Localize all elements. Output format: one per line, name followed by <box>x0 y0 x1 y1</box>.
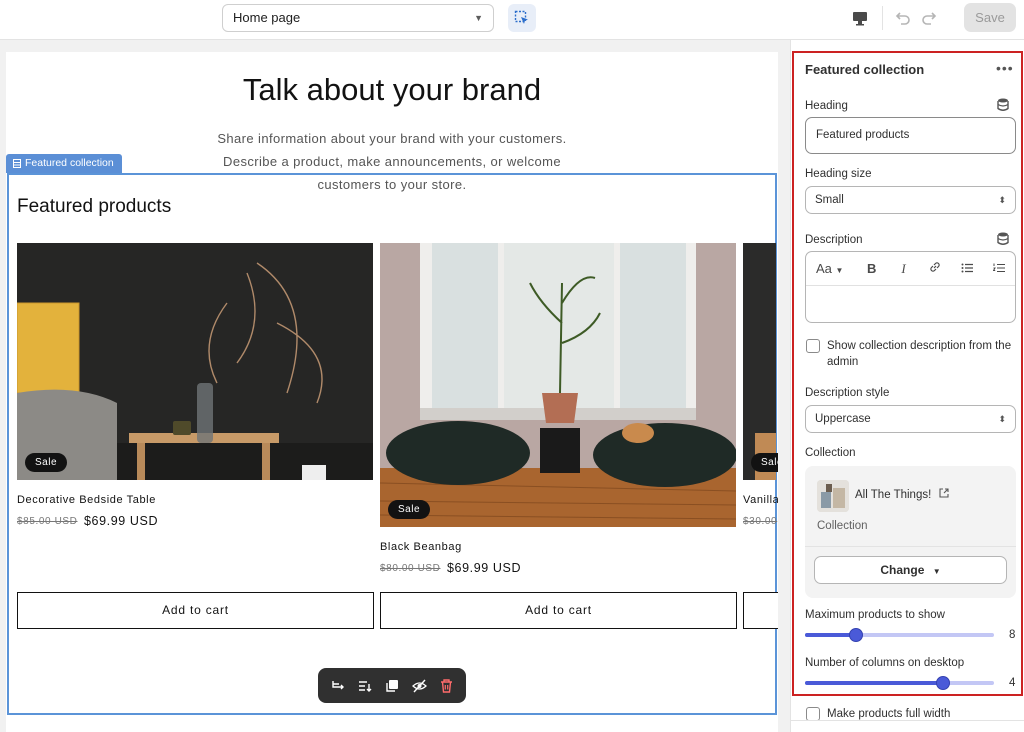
save-button[interactable]: Save <box>964 3 1016 32</box>
select-parent-icon[interactable] <box>327 675 349 697</box>
heading-size-label: Heading size <box>805 168 872 180</box>
inspector-toggle-button[interactable] <box>508 4 536 32</box>
heading-input[interactable]: Featured products <box>805 117 1016 154</box>
max-products-slider[interactable] <box>805 628 994 642</box>
monitor-icon <box>853 11 867 25</box>
description-style-select[interactable]: Uppercase ⬍ <box>805 405 1016 433</box>
full-width-checkbox[interactable] <box>806 707 820 721</box>
product-name[interactable]: Vanilla <box>743 494 778 506</box>
chevron-down-icon: ▼ <box>474 13 483 23</box>
toolbar-divider <box>882 6 883 30</box>
dynamic-source-icon[interactable] <box>997 98 1009 111</box>
show-description-label: Show collection description from the adm… <box>827 340 1012 368</box>
product-price: $69.99 USD <box>447 561 522 575</box>
show-description-checkbox[interactable] <box>806 339 820 353</box>
product-name[interactable]: Black Beanbag <box>380 541 462 553</box>
undo-icon <box>895 12 910 25</box>
numbered-list-icon[interactable] <box>983 261 1015 276</box>
add-to-cart-button[interactable] <box>743 592 778 629</box>
columns-value: 4 <box>1009 677 1016 689</box>
add-to-cart-button[interactable]: Add to cart <box>17 592 374 629</box>
font-format-label: Aa <box>816 261 832 276</box>
bullet-list-icon[interactable] <box>951 261 983 276</box>
section-floating-toolbar <box>318 668 466 703</box>
product-compare-price: $80.00 USD <box>380 563 441 574</box>
section-label-text: Featured collection <box>25 157 114 169</box>
sale-badge: Sale <box>25 453 68 472</box>
description-style-label: Description style <box>805 387 890 399</box>
collection-label: Collection <box>805 447 856 459</box>
divider <box>791 720 1024 721</box>
more-options-icon[interactable]: ••• <box>996 60 1014 76</box>
product-image[interactable] <box>17 243 373 480</box>
product-compare-price: $30.00 <box>743 516 778 527</box>
heading-size-value: Small <box>815 194 844 206</box>
italic-icon[interactable]: I <box>888 261 920 277</box>
select-cursor-icon <box>514 10 528 24</box>
dynamic-source-icon[interactable] <box>997 232 1009 245</box>
sale-badge: Sale <box>751 453 778 472</box>
max-products-value: 8 <box>1009 629 1016 641</box>
redo-icon <box>922 12 937 25</box>
select-arrows-icon: ⬍ <box>998 414 1006 424</box>
duplicate-icon[interactable] <box>381 675 403 697</box>
desktop-preview-button[interactable] <box>848 6 872 30</box>
description-style-value: Uppercase <box>815 413 871 425</box>
sale-badge: Sale <box>388 500 431 519</box>
collection-name: All The Things! <box>855 489 932 501</box>
chevron-down-icon: ▼ <box>835 266 844 275</box>
add-to-cart-button[interactable]: Add to cart <box>380 592 737 629</box>
change-collection-button[interactable]: Change ▼ <box>814 556 1007 584</box>
page-selector-value: Home page <box>233 10 301 25</box>
move-section-icon[interactable] <box>354 675 376 697</box>
product-image[interactable] <box>380 243 736 527</box>
undo-button[interactable] <box>890 6 914 30</box>
max-products-label: Maximum products to show <box>805 609 945 621</box>
brand-title: Talk about your brand <box>242 72 542 107</box>
settings-panel: Featured collection ••• Heading Featured… <box>790 40 1024 732</box>
rte-toolbar: Aa ▼ B I <box>806 252 1015 286</box>
chevron-down-icon: ▼ <box>932 567 941 576</box>
heading-label: Heading <box>805 100 848 112</box>
collection-thumbnail <box>817 480 849 512</box>
external-link-icon <box>938 488 949 498</box>
collection-link[interactable]: All The Things! <box>855 488 949 501</box>
collection-type: Collection <box>817 520 868 532</box>
delete-icon[interactable] <box>435 675 457 697</box>
description-label: Description <box>805 234 863 246</box>
font-format-dropdown[interactable]: Aa ▼ <box>816 261 856 276</box>
product-image[interactable] <box>743 243 776 480</box>
link-icon[interactable] <box>919 261 951 276</box>
collection-picker: All The Things! Collection Change ▼ <box>805 466 1016 598</box>
redo-button[interactable] <box>918 6 942 30</box>
section-label-tag[interactable]: Featured collection <box>6 154 122 173</box>
columns-label: Number of columns on desktop <box>805 657 965 669</box>
hide-icon[interactable] <box>408 675 430 697</box>
slider-handle[interactable] <box>849 628 864 642</box>
storefront-preview: Talk about your brand Share information … <box>6 52 778 732</box>
select-arrows-icon: ⬍ <box>998 195 1006 205</box>
page-selector[interactable]: Home page ▼ <box>222 4 494 32</box>
description-editor[interactable]: Aa ▼ B I <box>805 251 1016 323</box>
slider-handle[interactable] <box>935 676 950 690</box>
bold-icon[interactable]: B <box>856 261 888 276</box>
section-grid-icon <box>13 159 21 168</box>
divider <box>805 546 1016 547</box>
product-name[interactable]: Decorative Bedside Table <box>17 494 156 506</box>
featured-products-heading: Featured products <box>17 196 172 217</box>
change-collection-label: Change <box>880 563 925 577</box>
editor-topbar: Home page ▼ Save <box>0 0 1024 40</box>
heading-size-select[interactable]: Small ⬍ <box>805 186 1016 214</box>
columns-slider[interactable] <box>805 676 994 690</box>
product-price: $69.99 USD <box>84 514 159 528</box>
product-compare-price: $85.00 USD <box>17 516 78 527</box>
panel-title: Featured collection <box>805 62 925 77</box>
slider-fill <box>805 681 943 685</box>
